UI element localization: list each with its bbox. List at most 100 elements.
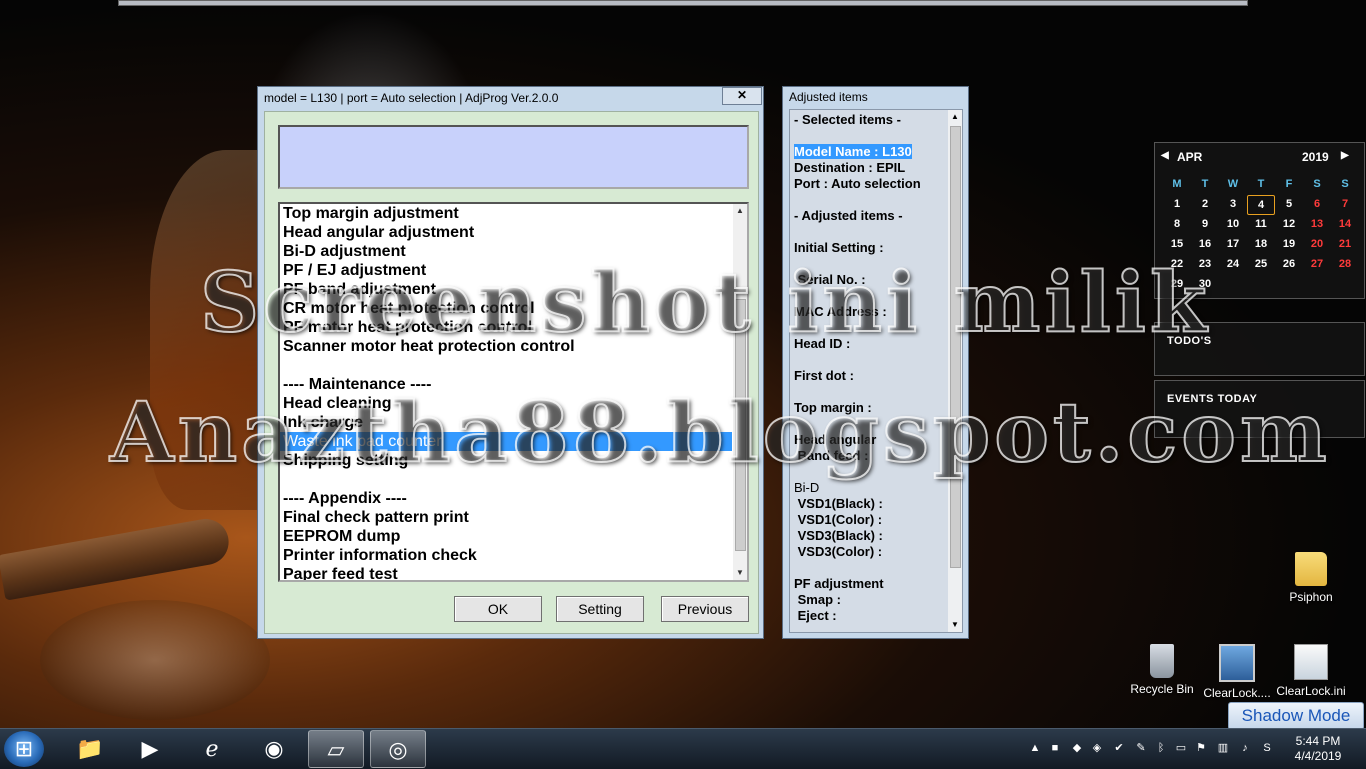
network-app-icon[interactable]: ◈ bbox=[1090, 741, 1104, 755]
calendar-day[interactable]: 19 bbox=[1275, 235, 1303, 255]
calendar-day[interactable]: 30 bbox=[1191, 275, 1219, 295]
scroll-down-icon[interactable]: ▼ bbox=[733, 566, 747, 580]
tray-window-icon[interactable]: ▭ bbox=[1174, 741, 1188, 755]
tray-app-icon[interactable]: ■ bbox=[1048, 741, 1062, 755]
scroll-thumb[interactable] bbox=[950, 126, 961, 568]
flag-icon[interactable]: ⚑ bbox=[1194, 741, 1208, 755]
calendar-day[interactable]: 29 bbox=[1163, 275, 1191, 295]
list-item[interactable] bbox=[280, 356, 732, 375]
calendar-day[interactable]: 15 bbox=[1163, 235, 1191, 255]
calendar-day[interactable]: 23 bbox=[1191, 255, 1219, 275]
calendar-day[interactable]: 24 bbox=[1219, 255, 1247, 275]
explorer-icon[interactable]: 📁 bbox=[62, 730, 118, 768]
volume-icon[interactable]: ♪ bbox=[1238, 741, 1252, 755]
list-item[interactable]: PF motor heat protection control bbox=[280, 318, 732, 337]
list-item[interactable]: Shipping setting bbox=[280, 451, 732, 470]
calendar-day[interactable]: 7 bbox=[1331, 195, 1359, 215]
todos-gadget[interactable]: TODO'S bbox=[1154, 322, 1365, 376]
prev-month-icon[interactable]: ◀ bbox=[1161, 150, 1169, 161]
ok-button[interactable]: OK bbox=[454, 596, 542, 622]
adjusted-items-scrollbar[interactable]: ▲ ▼ bbox=[948, 110, 962, 632]
calendar-day[interactable]: 22 bbox=[1163, 255, 1191, 275]
calendar-day[interactable]: 2 bbox=[1191, 195, 1219, 215]
scroll-thumb[interactable] bbox=[735, 299, 746, 551]
list-item[interactable]: Top margin adjustment bbox=[280, 204, 732, 223]
calendar-day[interactable]: 21 bbox=[1331, 235, 1359, 255]
calendar-day[interactable]: 11 bbox=[1247, 215, 1275, 235]
next-month-icon[interactable]: ▶ bbox=[1341, 150, 1349, 161]
list-scrollbar[interactable]: ▲ ▼ bbox=[733, 204, 747, 580]
list-item[interactable]: Head angular adjustment bbox=[280, 223, 732, 242]
list-item[interactable]: Ink charge bbox=[280, 413, 732, 432]
calendar-day[interactable]: 27 bbox=[1303, 255, 1331, 275]
setting-button[interactable]: Setting bbox=[556, 596, 644, 622]
adjusted-line-text bbox=[794, 128, 798, 143]
previous-button[interactable]: Previous bbox=[661, 596, 749, 622]
list-item[interactable]: Waste ink pad counter bbox=[280, 432, 732, 451]
list-item[interactable]: Final check pattern print bbox=[280, 508, 732, 527]
clock-date: 4/4/2019 bbox=[1294, 749, 1342, 763]
list-item[interactable]: Scanner motor heat protection control bbox=[280, 337, 732, 356]
calendar-day bbox=[1331, 275, 1359, 295]
list-item[interactable]: ---- Maintenance ---- bbox=[280, 375, 732, 394]
list-item[interactable]: PF band adjustment bbox=[280, 280, 732, 299]
calendar-day[interactable]: 12 bbox=[1275, 215, 1303, 235]
internet-explorer-icon[interactable]: ℯ bbox=[184, 730, 240, 768]
media-player-icon[interactable]: ▶ bbox=[122, 730, 178, 768]
list-item[interactable]: Paper feed test bbox=[280, 565, 732, 580]
bluetooth-icon[interactable]: ᛒ bbox=[1154, 741, 1168, 755]
calendar-day[interactable]: 16 bbox=[1191, 235, 1219, 255]
scroll-up-icon[interactable]: ▲ bbox=[733, 204, 747, 218]
list-item[interactable] bbox=[280, 470, 732, 489]
desktop-icon-psiphon[interactable]: Psiphon bbox=[1274, 552, 1348, 604]
adjusted-items-text-area[interactable]: - Selected items - Model Name : L130 Dest… bbox=[789, 109, 963, 633]
adjusted-line: Model Name : L130 bbox=[794, 144, 944, 160]
calendar-day[interactable]: 14 bbox=[1331, 215, 1359, 235]
tray-s-icon[interactable]: S bbox=[1260, 741, 1274, 755]
adjusted-line: VSD1(Color) : bbox=[794, 512, 944, 528]
desktop-icon-clearlock[interactable]: ClearLock.... bbox=[1200, 644, 1274, 700]
calendar-day[interactable]: 10 bbox=[1219, 215, 1247, 235]
update-icon[interactable]: ✎ bbox=[1134, 741, 1148, 755]
network-icon[interactable]: ▥ bbox=[1216, 741, 1230, 755]
desktop-icon-clearlock-ini[interactable]: ClearLock.ini bbox=[1274, 644, 1348, 698]
function-listbox[interactable]: Top margin adjustment Head angular adjust… bbox=[278, 202, 749, 582]
events-gadget[interactable]: EVENTS TODAY bbox=[1154, 380, 1365, 438]
calendar-day[interactable]: 3 bbox=[1219, 195, 1247, 215]
calendar-day[interactable]: 9 bbox=[1191, 215, 1219, 235]
firefox-icon[interactable]: ◉ bbox=[246, 730, 302, 768]
app-icon[interactable]: ◎ bbox=[370, 730, 426, 768]
list-item[interactable]: Head cleaning bbox=[280, 394, 732, 413]
show-hidden-icons-icon[interactable]: ▲ bbox=[1028, 741, 1042, 755]
calendar-day[interactable]: 13 bbox=[1303, 215, 1331, 235]
list-item[interactable]: CR motor heat protection control bbox=[280, 299, 732, 318]
list-item[interactable]: ---- Appendix ---- bbox=[280, 489, 732, 508]
list-item[interactable]: PF / EJ adjustment bbox=[280, 261, 732, 280]
adjusted-line-text: VSD3(Black) : bbox=[794, 528, 883, 543]
security-shield-icon[interactable]: ◆ bbox=[1070, 741, 1084, 755]
calendar-day[interactable]: 6 bbox=[1303, 195, 1331, 215]
calendar-day[interactable]: 17 bbox=[1219, 235, 1247, 255]
list-item[interactable]: Bi-D adjustment bbox=[280, 242, 732, 261]
calendar-day[interactable]: 5 bbox=[1275, 195, 1303, 215]
calendar-day[interactable]: 20 bbox=[1303, 235, 1331, 255]
calendar-weekdays: MTWTFSS bbox=[1163, 175, 1359, 195]
desktop-icon-recycle-bin[interactable]: Recycle Bin bbox=[1125, 644, 1199, 696]
calendar-day[interactable]: 18 bbox=[1247, 235, 1275, 255]
scroll-down-icon[interactable]: ▼ bbox=[948, 618, 962, 632]
scroll-up-icon[interactable]: ▲ bbox=[948, 110, 962, 124]
calendar-day[interactable]: 25 bbox=[1247, 255, 1275, 275]
calendar-day[interactable]: 26 bbox=[1275, 255, 1303, 275]
check-icon[interactable]: ✔ bbox=[1112, 741, 1126, 755]
adjprog-icon[interactable]: ▱ bbox=[308, 730, 364, 768]
list-item[interactable]: EEPROM dump bbox=[280, 527, 732, 546]
shadow-mode-button[interactable]: Shadow Mode bbox=[1228, 702, 1364, 730]
calendar-day[interactable]: 8 bbox=[1163, 215, 1191, 235]
calendar-day[interactable]: 28 bbox=[1331, 255, 1359, 275]
close-button[interactable]: ✕ bbox=[722, 87, 762, 105]
calendar-day[interactable]: 1 bbox=[1163, 195, 1191, 215]
list-item[interactable]: Printer information check bbox=[280, 546, 732, 565]
start-button[interactable]: ⊞ bbox=[4, 731, 44, 767]
calendar-day[interactable]: 4 bbox=[1247, 195, 1275, 215]
taskbar-clock[interactable]: 5:44 PM 4/4/2019 bbox=[1286, 734, 1350, 764]
